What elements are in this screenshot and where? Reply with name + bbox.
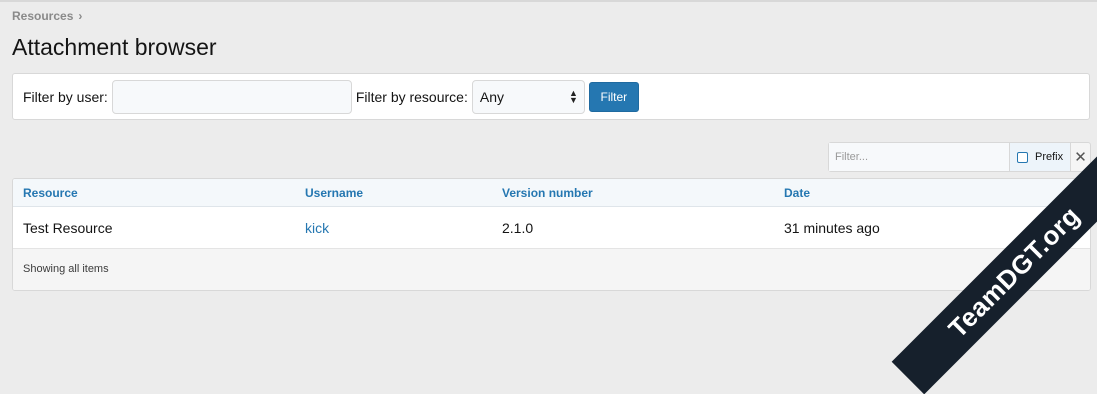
cell-date: 31 minutes ago xyxy=(784,220,880,236)
filter-resource-label: Filter by resource: xyxy=(355,88,468,105)
prefix-toggle[interactable]: Prefix xyxy=(1009,143,1070,171)
quick-filter: Filter... Prefix ✕ xyxy=(828,142,1091,172)
filter-user-label: Filter by user: xyxy=(23,88,108,105)
filter-form: Filter by user: Filter by resource: Any … xyxy=(12,73,1090,120)
filter-user-input[interactable] xyxy=(111,79,352,114)
column-header-resource[interactable]: Resource xyxy=(23,186,78,200)
table-row[interactable]: Test Resource kick 2.1.0 31 minutes ago xyxy=(13,207,1090,249)
quick-filter-input[interactable]: Filter... xyxy=(829,143,1009,171)
breadcrumb[interactable]: Resources › xyxy=(12,9,82,23)
filter-button[interactable]: Filter xyxy=(588,81,639,112)
page-title: Attachment browser xyxy=(12,34,217,60)
footer-status: Showing all items xyxy=(23,263,109,275)
table-footer: Showing all items xyxy=(13,249,1090,290)
column-header-username[interactable]: Username xyxy=(305,186,363,200)
select-arrows-icon: ▲ ▼ xyxy=(568,87,578,105)
cell-version: 2.1.0 xyxy=(502,220,534,236)
prefix-label: Prefix xyxy=(1035,151,1064,163)
cell-username-link[interactable]: kick xyxy=(305,220,329,236)
prefix-checkbox[interactable] xyxy=(1017,151,1028,163)
column-header-date[interactable]: Date xyxy=(784,186,810,200)
filter-resource-value: Any xyxy=(479,88,504,105)
chevron-right-icon: › xyxy=(78,9,83,23)
top-border xyxy=(0,0,1097,2)
attachment-list: Resource Username Version number Date Te… xyxy=(12,178,1091,291)
column-header-version[interactable]: Version number xyxy=(502,186,593,200)
filter-resource-select[interactable]: Any ▲ ▼ xyxy=(471,79,585,114)
cell-resource: Test Resource xyxy=(23,220,113,236)
table-header: Resource Username Version number Date xyxy=(13,179,1090,207)
breadcrumb-item-resources[interactable]: Resources xyxy=(12,9,73,23)
